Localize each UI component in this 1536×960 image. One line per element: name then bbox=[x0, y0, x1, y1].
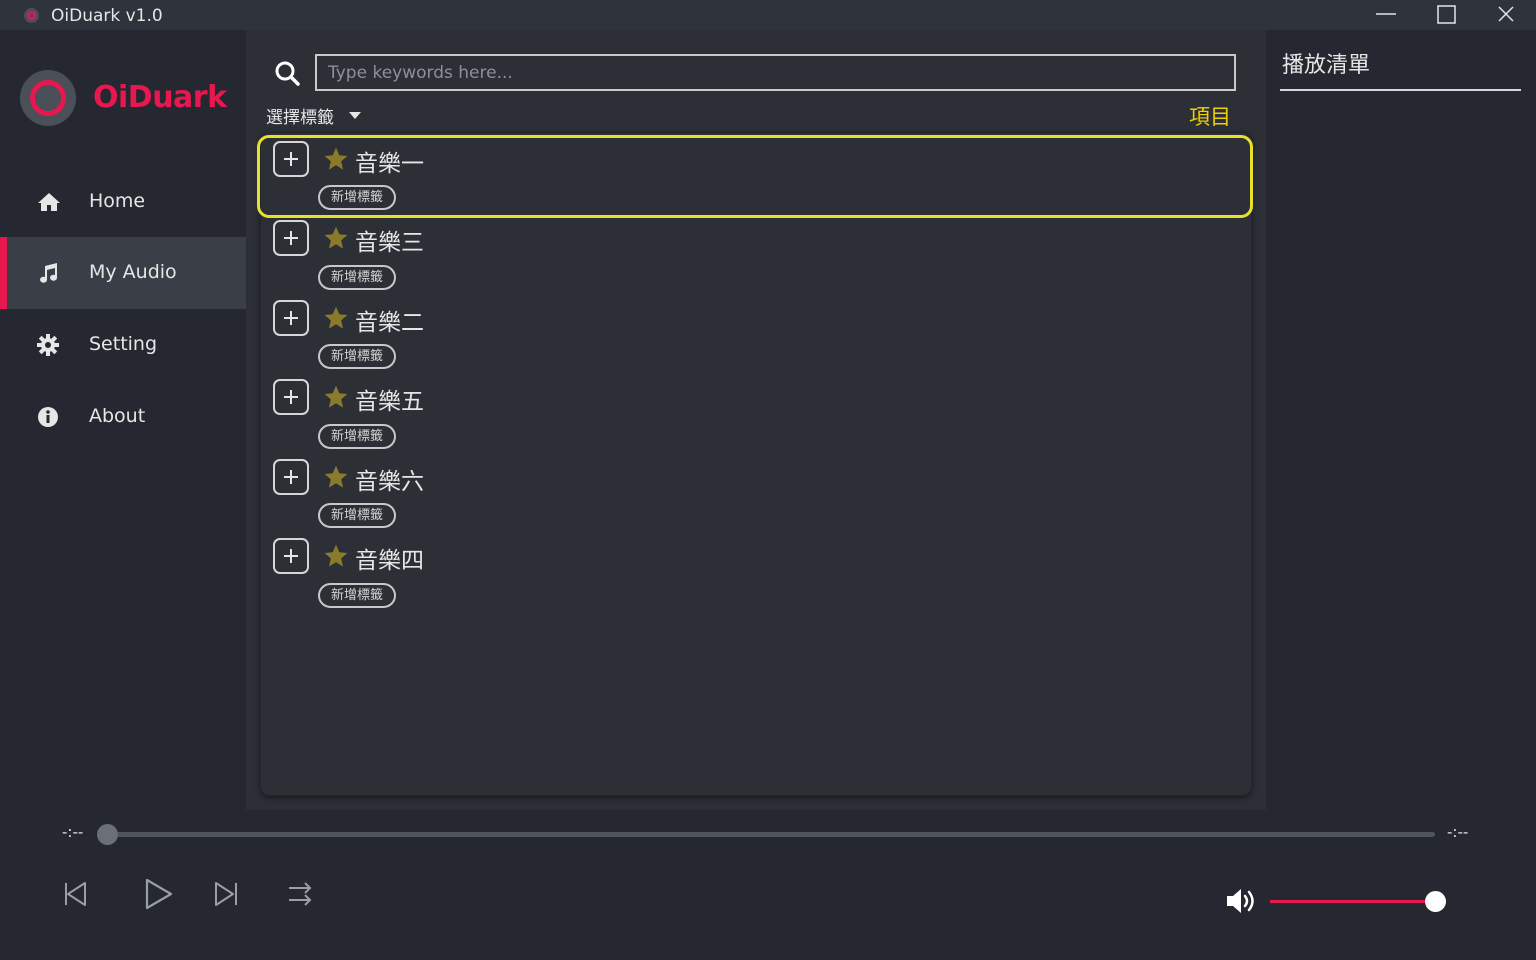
elapsed-time: -:-- bbox=[62, 823, 84, 841]
info-icon bbox=[38, 407, 58, 427]
brand-name: OiDuark bbox=[93, 80, 227, 115]
sidebar-item-label: Setting bbox=[89, 333, 158, 355]
home-icon bbox=[38, 193, 60, 211]
song-title: 音樂二 bbox=[355, 310, 424, 336]
window-title: OiDuark v1.0 bbox=[51, 6, 163, 26]
star-icon[interactable] bbox=[323, 225, 349, 251]
volume-icon[interactable] bbox=[1225, 886, 1257, 916]
add-to-playlist-button[interactable] bbox=[273, 538, 309, 574]
minimize-icon bbox=[1376, 13, 1396, 15]
song-title: 音樂一 bbox=[355, 151, 424, 177]
star-icon[interactable] bbox=[323, 146, 349, 172]
music-note-icon bbox=[40, 263, 58, 283]
title-bar: OiDuark v1.0 bbox=[0, 0, 1536, 30]
skip-back-icon[interactable] bbox=[58, 876, 94, 912]
add-tag-button[interactable]: 新增標籤 bbox=[318, 265, 396, 290]
close-icon bbox=[1498, 6, 1514, 22]
song-title: 音樂五 bbox=[355, 389, 424, 415]
sidebar-item-label: About bbox=[89, 405, 146, 427]
star-icon[interactable] bbox=[323, 543, 349, 569]
add-tag-button[interactable]: 新增標籤 bbox=[318, 424, 396, 449]
maximize-icon bbox=[1437, 5, 1456, 24]
sidebar-item-my-audio[interactable]: My Audio bbox=[0, 237, 246, 309]
divider bbox=[1280, 89, 1521, 91]
tag-filter-dropdown[interactable]: 選擇標籤 bbox=[266, 103, 334, 128]
sidebar-item-about[interactable]: About bbox=[0, 381, 246, 453]
chevron-down-icon[interactable] bbox=[349, 112, 361, 119]
shuffle-icon[interactable] bbox=[282, 876, 318, 912]
sidebar-item-home[interactable]: Home bbox=[0, 166, 246, 238]
volume-slider[interactable] bbox=[1270, 900, 1436, 903]
gear-icon bbox=[37, 334, 59, 356]
close-button[interactable] bbox=[1476, 0, 1536, 30]
add-tag-button[interactable]: 新增標籤 bbox=[318, 503, 396, 528]
minimize-button[interactable] bbox=[1356, 0, 1416, 30]
add-to-playlist-button[interactable] bbox=[273, 141, 309, 177]
items-label: 項目 bbox=[1189, 105, 1231, 129]
sidebar: OiDuark Home My Audio Setting About bbox=[0, 30, 246, 810]
star-icon[interactable] bbox=[323, 305, 349, 331]
song-title: 音樂四 bbox=[355, 548, 424, 574]
add-tag-button[interactable]: 新增標籤 bbox=[318, 344, 396, 369]
play-icon[interactable] bbox=[140, 876, 176, 912]
playlist-panel bbox=[1266, 30, 1536, 810]
add-to-playlist-button[interactable] bbox=[273, 459, 309, 495]
star-icon[interactable] bbox=[323, 384, 349, 410]
playlist-title: 播放清單 bbox=[1282, 53, 1371, 78]
add-to-playlist-button[interactable] bbox=[273, 220, 309, 256]
search-icon[interactable] bbox=[274, 60, 300, 86]
skip-forward-icon[interactable] bbox=[208, 876, 244, 912]
maximize-button[interactable] bbox=[1416, 0, 1476, 30]
add-to-playlist-button[interactable] bbox=[273, 379, 309, 415]
song-title: 音樂三 bbox=[355, 230, 424, 256]
add-tag-button[interactable]: 新增標籤 bbox=[318, 185, 396, 210]
total-time: -:-- bbox=[1447, 823, 1469, 841]
song-title: 音樂六 bbox=[355, 469, 424, 495]
sidebar-item-label: My Audio bbox=[89, 261, 177, 283]
search-input[interactable] bbox=[315, 54, 1236, 91]
add-to-playlist-button[interactable] bbox=[273, 300, 309, 336]
volume-handle[interactable] bbox=[1425, 891, 1446, 912]
sidebar-item-setting[interactable]: Setting bbox=[0, 309, 246, 381]
app-logo-icon bbox=[20, 70, 76, 126]
sidebar-item-label: Home bbox=[89, 190, 146, 212]
progress-bar[interactable] bbox=[108, 832, 1435, 837]
progress-handle[interactable] bbox=[97, 824, 118, 845]
star-icon[interactable] bbox=[323, 464, 349, 490]
add-tag-button[interactable]: 新增標籤 bbox=[318, 583, 396, 608]
app-logo-icon bbox=[24, 8, 39, 23]
